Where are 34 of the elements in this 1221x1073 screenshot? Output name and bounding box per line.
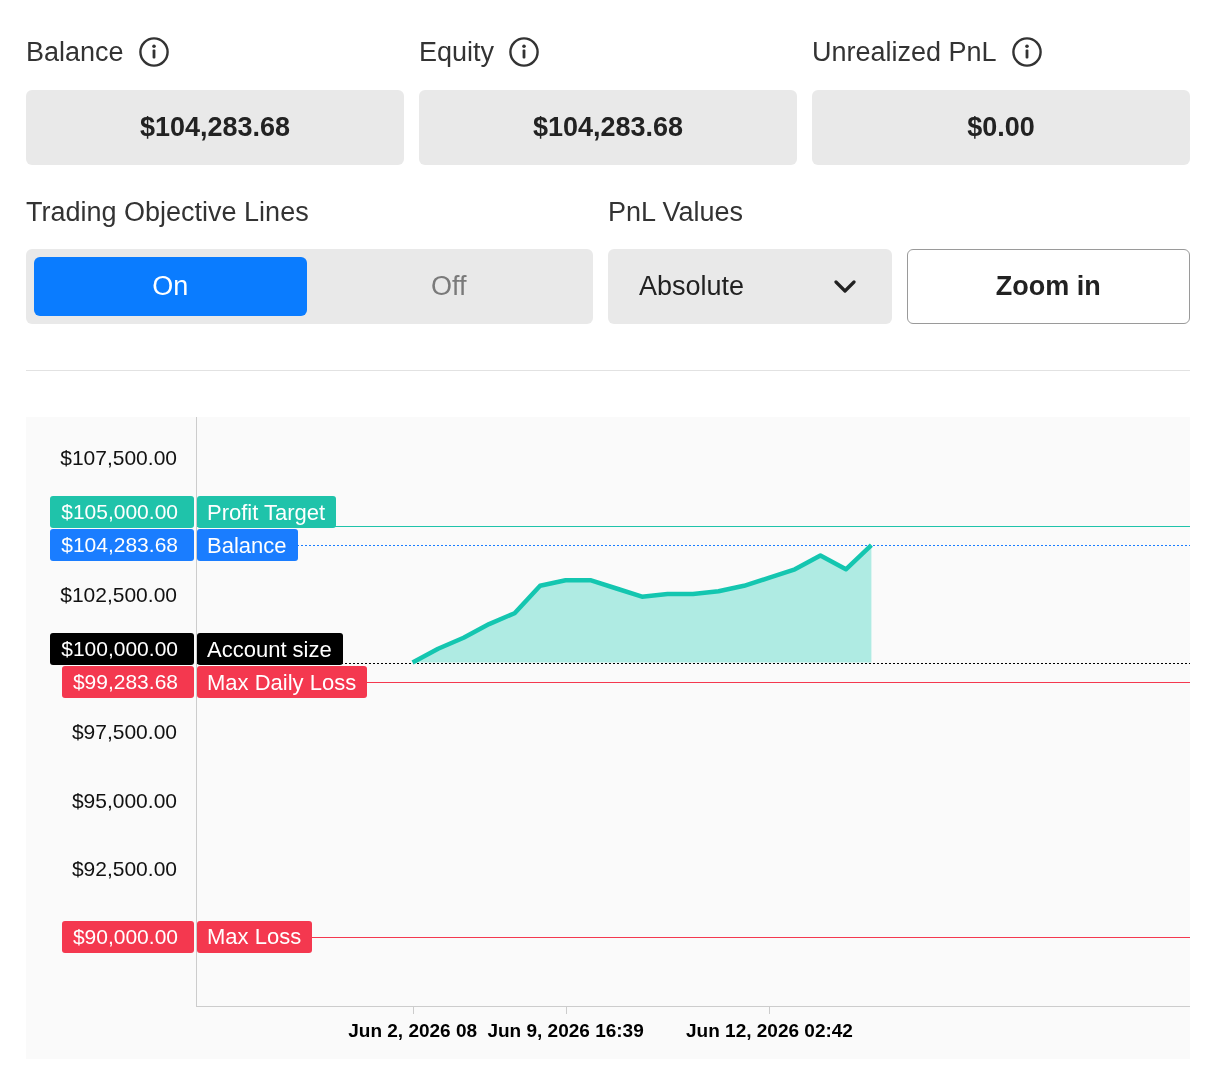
pnl-values-dropdown[interactable]: Absolute (608, 249, 892, 324)
section-label: Trading Objective Lines (26, 198, 309, 226)
info-icon[interactable] (138, 37, 169, 67)
toggle-option[interactable]: Off (312, 257, 585, 316)
x-axis-label: Jun 9, 2026 16:39 (487, 1021, 644, 1040)
value-badge: $105,000.00 (50, 496, 194, 529)
zoom-in-button[interactable]: Zoom in (906, 249, 1190, 324)
line-label-badge: Profit Target (197, 496, 337, 529)
value-badge: $99,283.68 (61, 666, 194, 699)
line-label-badge: Max Loss (197, 920, 313, 953)
y-axis-label: $95,000.00 (71, 789, 177, 810)
stat-value: $0.00 (812, 90, 1190, 165)
stat-label: Equity (419, 38, 495, 66)
info-icon[interactable] (509, 37, 540, 67)
section-label: PnL Values (608, 198, 744, 226)
toggle-option[interactable]: On (34, 257, 307, 316)
line-label-badge: Balance (197, 529, 298, 562)
stat-label: Unrealized PnL (812, 38, 997, 66)
y-axis-label: $102,500.00 (60, 583, 177, 605)
y-axis-label: $97,500.00 (71, 720, 177, 742)
line-label-badge: Max Daily Loss (197, 666, 368, 699)
value-badge: $100,000.00 (50, 633, 194, 666)
chevron-down-icon (833, 279, 856, 294)
stat-value: $104,283.68 (26, 90, 404, 165)
stat-label: Balance (26, 38, 124, 66)
value-badge: $104,283.68 (50, 529, 194, 562)
y-axis-label: $92,500.00 (71, 857, 177, 879)
x-axis-label: Jun 12, 2026 02:42 (686, 1021, 853, 1040)
y-axis-label: $107,500.00 (60, 446, 177, 468)
line-label-badge: Account size (197, 633, 343, 666)
info-icon[interactable] (1011, 37, 1042, 67)
stat-value: $104,283.68 (419, 90, 797, 165)
value-badge: $90,000.00 (61, 920, 194, 953)
x-axis-label: Jun 2, 2026 08 (348, 1021, 478, 1040)
